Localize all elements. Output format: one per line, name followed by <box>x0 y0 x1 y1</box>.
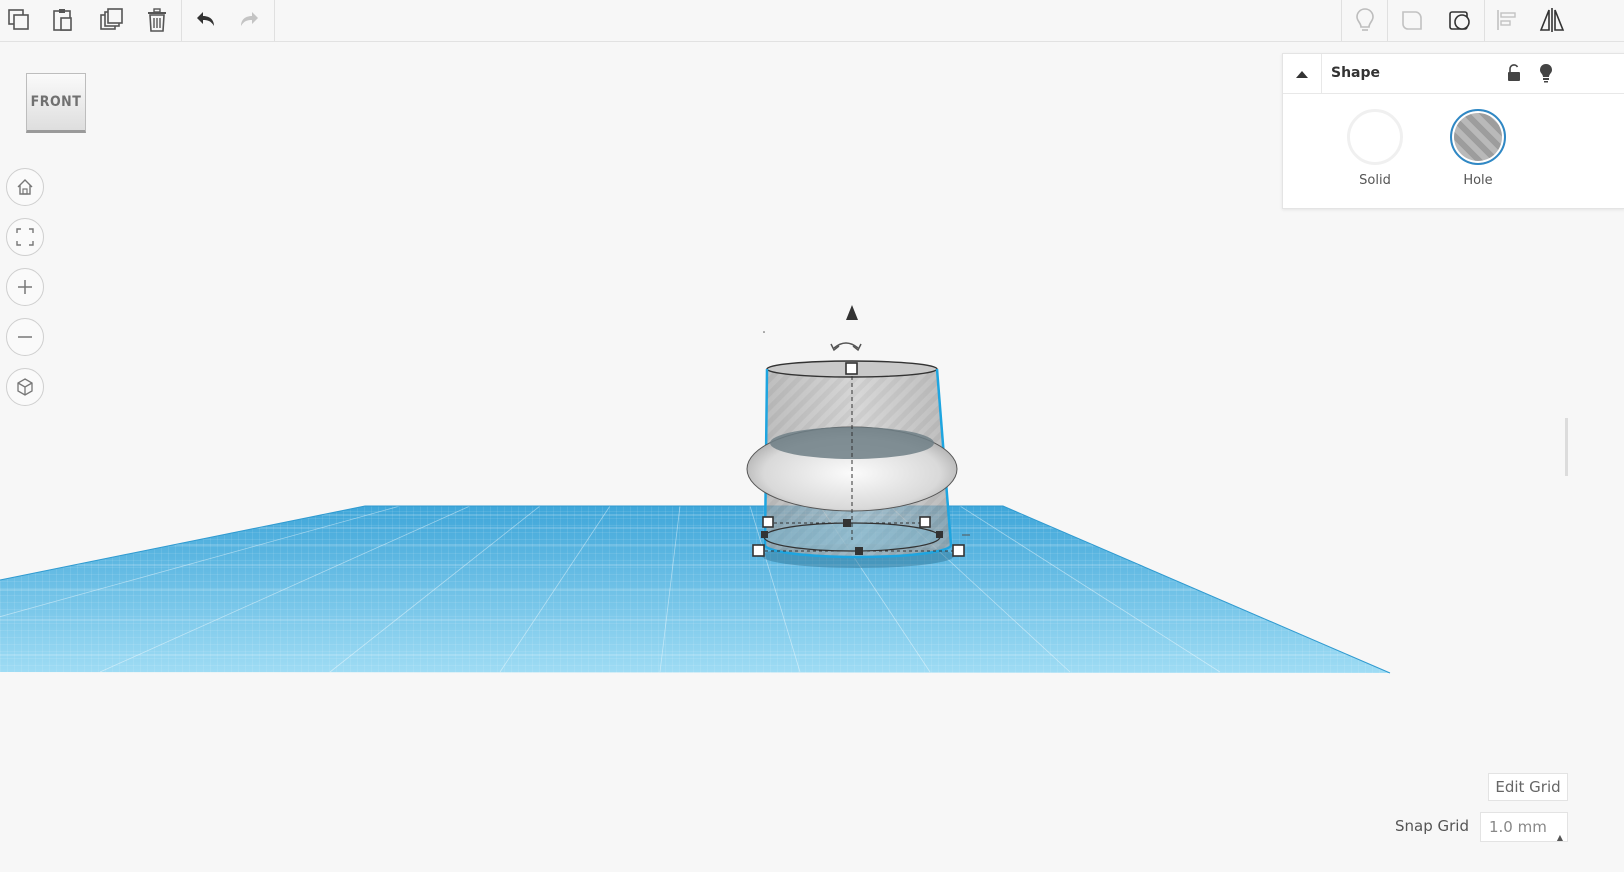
shape-outline-icon[interactable] <box>1396 4 1428 36</box>
light-bulb-icon[interactable] <box>1349 4 1381 36</box>
zoom-in-icon[interactable] <box>6 268 44 306</box>
redo-icon[interactable] <box>234 4 266 36</box>
shape-panel-header: Shape <box>1283 54 1624 94</box>
mirror-icon[interactable] <box>1536 4 1568 36</box>
workplane-grid: ikercad <box>0 505 1391 674</box>
paste-icon[interactable] <box>47 4 79 36</box>
snap-grid-caret-icon: ▲ <box>1556 833 1563 842</box>
hole-option[interactable]: Hole <box>1438 109 1518 188</box>
rotate-handle-icon[interactable] <box>830 342 862 352</box>
home-view-icon[interactable] <box>6 168 44 206</box>
delete-icon[interactable] <box>141 4 173 36</box>
edit-grid-button[interactable]: Edit Grid <box>1488 773 1568 801</box>
solid-option[interactable]: Solid <box>1335 109 1415 188</box>
ortho-view-icon[interactable] <box>6 368 44 406</box>
shape-inspector-panel: Shape Solid Hole <box>1282 53 1624 209</box>
view-cube[interactable]: FRONT <box>26 73 86 133</box>
group-icon[interactable] <box>1444 4 1476 36</box>
hole-swatch <box>1450 109 1506 165</box>
snap-grid-select[interactable]: 1.0 mm ▲ <box>1480 812 1568 842</box>
hole-label: Hole <box>1463 173 1493 188</box>
solid-label: Solid <box>1359 173 1391 188</box>
collapse-panel-button[interactable] <box>1283 54 1322 93</box>
lift-arrow-icon[interactable] <box>846 305 858 320</box>
duplicate-icon[interactable] <box>95 4 127 36</box>
undo-icon[interactable] <box>189 4 221 36</box>
solid-swatch <box>1347 109 1403 165</box>
copy-icon[interactable] <box>3 4 35 36</box>
shape-panel-title: Shape <box>1331 65 1381 81</box>
side-panel-tab[interactable] <box>1565 418 1568 476</box>
lock-icon[interactable] <box>1503 62 1525 84</box>
snap-grid-label: Snap Grid <box>1395 817 1469 835</box>
top-toolbar <box>0 0 1624 42</box>
view-cube-face-label: FRONT <box>30 94 82 110</box>
light-bulb-visibility-icon[interactable] <box>1535 62 1557 84</box>
zoom-out-icon[interactable] <box>6 318 44 356</box>
align-icon[interactable] <box>1491 4 1523 36</box>
fit-view-icon[interactable] <box>6 218 44 256</box>
snap-grid-value: 1.0 mm <box>1489 818 1547 836</box>
